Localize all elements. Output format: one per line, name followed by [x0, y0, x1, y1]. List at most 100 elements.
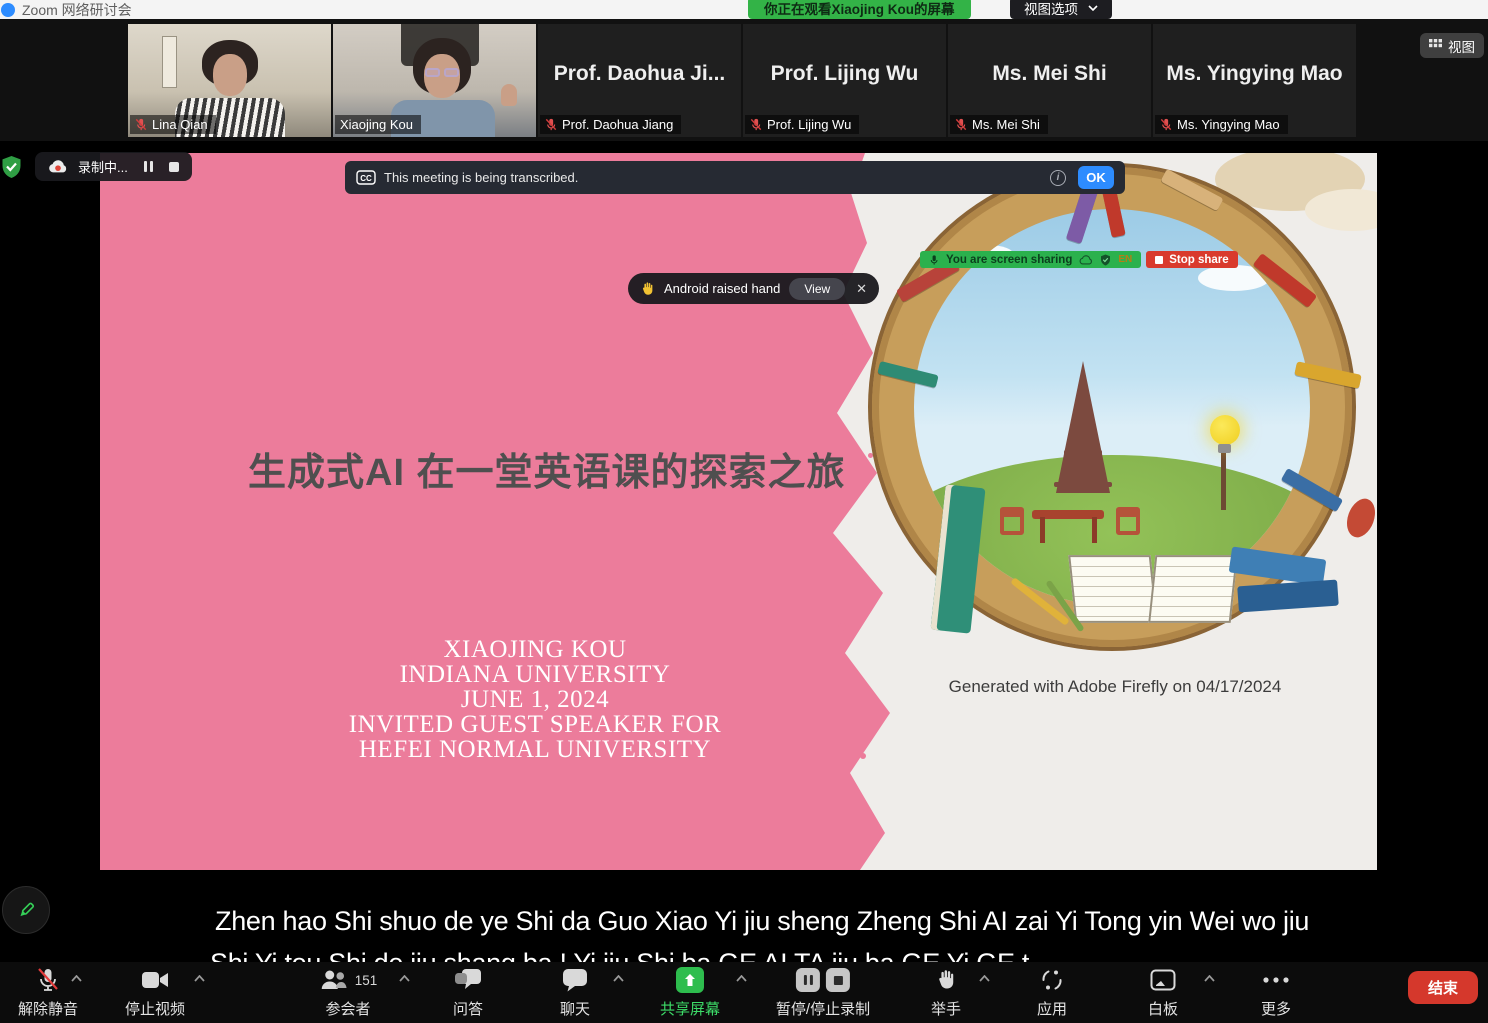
pause-icon[interactable] — [796, 968, 820, 992]
language-badge: EN — [1118, 254, 1132, 265]
window-title-bar: Zoom 网络研讨会 — [0, 0, 1488, 19]
security-shield-icon[interactable] — [1, 155, 22, 179]
stop-video-button[interactable]: 停止视频 — [125, 967, 185, 1019]
participant-display-name: Prof. Lijing Wu — [743, 62, 946, 86]
participant-display-name: Ms. Yingying Mao — [1153, 62, 1356, 86]
apps-button[interactable]: 应用 — [1037, 967, 1067, 1019]
stop-icon[interactable] — [826, 968, 850, 992]
speaker-line: HEFEI NORMAL UNIVERSITY — [315, 737, 755, 762]
share-screen-button[interactable]: 共享屏幕 — [660, 967, 720, 1019]
speaker-line: JUNE 1, 2024 — [315, 687, 755, 712]
illustration-tower — [1056, 361, 1110, 493]
caption-line: Shi Yi tou Shi de jiu shang ba ! Yi jiu … — [210, 948, 1029, 962]
participant-name-tag: Xiaojing Kou — [335, 115, 421, 134]
raise-hand-icon — [935, 968, 957, 992]
end-meeting-button[interactable]: 结束 — [1408, 971, 1478, 1004]
recording-indicator: 录制中... — [35, 152, 192, 181]
video-tile-active-speaker[interactable]: Xiaojing Kou — [333, 24, 536, 137]
watching-screen-text: 你正在观看Xiaojing Kou的屏幕 — [764, 0, 955, 18]
transcription-message: This meeting is being transcribed. — [384, 170, 578, 185]
gallery-view-label: 视图 — [1448, 36, 1475, 56]
raised-hand-icon — [640, 281, 655, 297]
stop-icon — [1155, 256, 1163, 264]
slide-speaker-block: XIAOJING KOU INDIANA UNIVERSITY JUNE 1, … — [315, 637, 755, 762]
mic-muted-icon — [545, 118, 557, 131]
more-label: 更多 — [1261, 998, 1291, 1019]
chevron-up-icon[interactable] — [979, 975, 990, 982]
illustration-lightbulb — [1210, 415, 1240, 445]
camera-icon — [141, 970, 169, 990]
chevron-up-icon[interactable] — [194, 975, 205, 982]
raised-hand-view-button[interactable]: View — [789, 278, 845, 300]
view-options-button[interactable]: 视图选项 — [1010, 0, 1112, 19]
raise-hand-button[interactable]: 举手 — [931, 967, 961, 1019]
chat-label: 聊天 — [560, 998, 590, 1019]
video-tile[interactable]: Lina Qian — [128, 24, 331, 137]
video-tile[interactable]: Prof. Lijing Wu Prof. Lijing Wu — [743, 24, 946, 137]
illustration-open-book — [1148, 555, 1238, 623]
transcription-ok-button[interactable]: OK — [1078, 166, 1114, 189]
gallery-view-button[interactable]: 视图 — [1420, 33, 1484, 58]
grid-view-icon — [1429, 39, 1442, 52]
illustration-open-book — [1068, 555, 1158, 623]
cc-icon: CC — [356, 170, 376, 185]
live-captions: Zhen hao Shi shuo de ye Shi da Guo Xiao … — [0, 888, 1488, 962]
participant-name-tag: Lina Qian — [130, 115, 216, 134]
whiteboard-button[interactable]: 白板 — [1148, 967, 1178, 1019]
stop-share-button[interactable]: Stop share — [1146, 251, 1237, 268]
more-icon — [1263, 977, 1289, 983]
share-screen-icon — [676, 967, 704, 993]
unmute-button[interactable]: 解除静音 — [18, 967, 78, 1019]
stop-recording-button[interactable] — [169, 162, 179, 172]
shield-icon — [1100, 254, 1111, 266]
video-tile[interactable]: Ms. Mei Shi Ms. Mei Shi — [948, 24, 1151, 137]
chevron-up-icon[interactable] — [399, 975, 410, 982]
slide-title: 生成式AI 在一堂英语课的探索之旅 — [248, 441, 848, 496]
pencil-annotate-icon — [15, 899, 37, 921]
video-strip: Lina Qian Xiaojing Kou Prof. Daohua Ji..… — [0, 19, 1488, 141]
more-button[interactable]: 更多 — [1261, 967, 1291, 1019]
participants-icon — [319, 969, 349, 991]
stop-share-label: Stop share — [1169, 254, 1228, 266]
watching-screen-banner: 你正在观看Xiaojing Kou的屏幕 — [748, 0, 971, 19]
chevron-up-icon[interactable] — [736, 975, 747, 982]
annotate-button[interactable] — [2, 886, 50, 934]
qa-button[interactable]: 问答 — [453, 967, 483, 1019]
share-screen-label: 共享屏幕 — [660, 998, 720, 1019]
chevron-up-icon[interactable] — [71, 975, 82, 982]
mic-icon — [929, 254, 939, 266]
speaker-line: XIAOJING KOU — [315, 637, 755, 662]
speaker-line: INVITED GUEST SPEAKER FOR — [315, 712, 755, 737]
record-control-label: 暂停/停止录制 — [776, 998, 870, 1019]
participant-display-name: Ms. Mei Shi — [948, 62, 1151, 86]
mic-muted-icon — [135, 118, 147, 131]
chat-icon — [562, 968, 588, 992]
chat-button[interactable]: 聊天 — [560, 967, 590, 1019]
participant-name: Xiaojing Kou — [340, 117, 413, 132]
pause-recording-button[interactable] — [144, 161, 153, 172]
raised-hand-text: Android raised hand — [664, 281, 780, 296]
qa-label: 问答 — [453, 998, 483, 1019]
video-tile[interactable]: Ms. Yingying Mao Ms. Yingying Mao — [1153, 24, 1356, 137]
info-icon[interactable]: i — [1050, 170, 1066, 186]
caption-line: Zhen hao Shi shuo de ye Shi da Guo Xiao … — [215, 906, 1309, 937]
close-icon[interactable]: ✕ — [856, 281, 867, 297]
meeting-toolbar: 解除静音 停止视频 151 参会者 — [0, 962, 1488, 1023]
participant-name-tag: Prof. Daohua Jiang — [540, 115, 681, 134]
unmute-label: 解除静音 — [18, 998, 78, 1019]
raised-hand-toast: Android raised hand View ✕ — [628, 273, 879, 304]
raise-hand-label: 举手 — [931, 998, 961, 1019]
chevron-down-icon — [1088, 5, 1098, 11]
participant-name-tag: Ms. Mei Shi — [950, 115, 1048, 134]
participants-button[interactable]: 151 参会者 — [319, 967, 378, 1019]
app-title: Zoom 网络研讨会 — [22, 0, 132, 20]
participant-display-name: Prof. Daohua Ji... — [538, 62, 741, 86]
qa-icon — [454, 968, 482, 992]
chevron-up-icon[interactable] — [613, 975, 624, 982]
mic-muted-icon — [1160, 118, 1172, 131]
record-control-button[interactable]: 暂停/停止录制 — [776, 967, 870, 1019]
chevron-up-icon[interactable] — [1204, 975, 1215, 982]
video-tile[interactable]: Prof. Daohua Ji... Prof. Daohua Jiang — [538, 24, 741, 137]
speaker-line: INDIANA UNIVERSITY — [315, 662, 755, 687]
mic-muted-icon — [36, 967, 60, 993]
